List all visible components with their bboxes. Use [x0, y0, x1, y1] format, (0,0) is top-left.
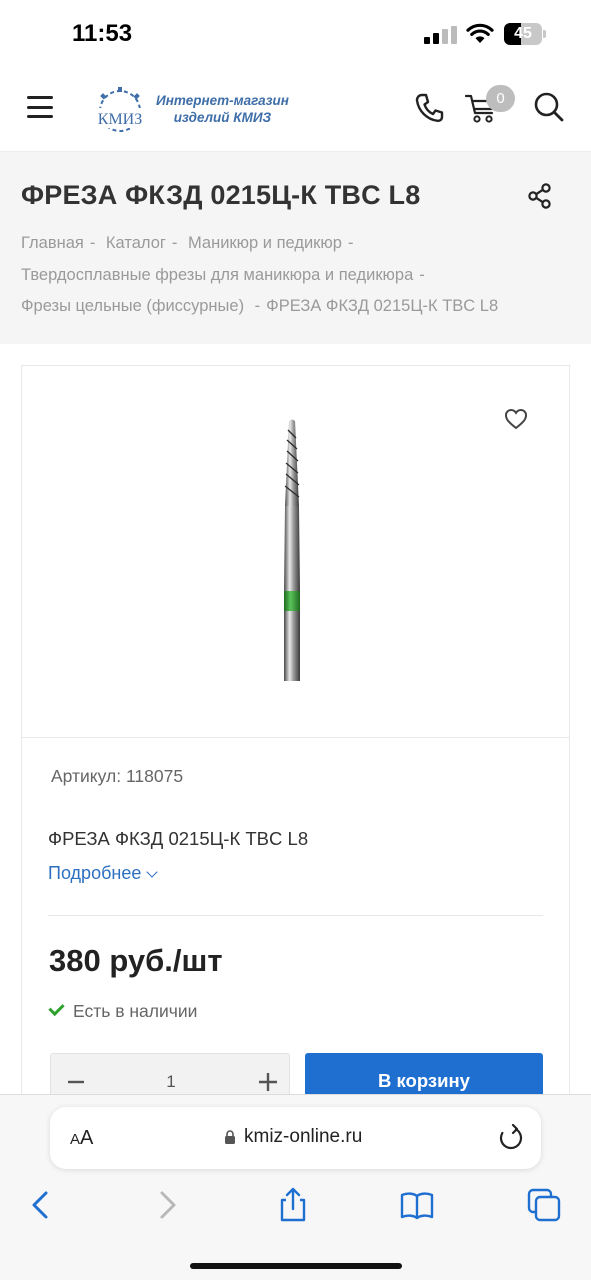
- sku-label: Артикул:: [51, 766, 122, 786]
- search-icon[interactable]: [533, 91, 565, 123]
- stock-label: Есть в наличии: [73, 1001, 198, 1021]
- chevron-down-icon: [146, 866, 159, 878]
- product-name: ФРЕЗА ФКЗД 0215Ц-К TBC L8: [48, 828, 309, 849]
- share-sheet-icon[interactable]: [275, 1187, 311, 1223]
- back-icon[interactable]: [22, 1187, 58, 1223]
- logo[interactable]: КМИЗ Интернет-магазин изделий КМИЗ: [92, 84, 292, 136]
- product-image-area[interactable]: [22, 366, 569, 738]
- logo-mark-text: КМИЗ: [98, 111, 142, 128]
- home-indicator: [190, 1263, 402, 1269]
- logo-mark-icon: КМИЗ: [96, 87, 144, 132]
- stock-status: Есть в наличии: [48, 999, 198, 1022]
- tabs-icon[interactable]: [526, 1187, 562, 1223]
- page-title: ФРЕЗА ФКЗД 0215Ц-К TBC L8: [21, 180, 421, 210]
- battery-percent: 45: [514, 25, 532, 42]
- lock-icon: [225, 1130, 235, 1144]
- logo-line-1: Интернет-магазин: [156, 93, 289, 108]
- address-bar[interactable]: AA kmiz-online.ru: [50, 1107, 541, 1169]
- cellular-signal-icon: [424, 26, 458, 44]
- breadcrumb: Главная - Каталог - Маникюр и педикюр - Тве…: [21, 234, 499, 315]
- text-size-button[interactable]: AA: [70, 1127, 93, 1150]
- phone-icon[interactable]: [414, 92, 444, 124]
- status-time: 11:53: [72, 20, 133, 47]
- divider: [48, 915, 543, 916]
- menu-icon[interactable]: [27, 96, 53, 118]
- details-link-label: Подробнее: [48, 863, 142, 883]
- reload-icon[interactable]: [498, 1124, 524, 1152]
- site-header: КМИЗ Интернет-магазин изделий КМИЗ 0: [0, 70, 591, 152]
- status-bar: 11:53 45: [0, 0, 591, 70]
- product-card: Артикул: 118075 ФРЕЗА ФКЗД 0215Ц-К TBC L…: [21, 365, 570, 1125]
- breadcrumb-current: ФРЕЗА ФКЗД 0215Ц-К TBC L8: [266, 297, 499, 315]
- breadcrumb-home[interactable]: Главная: [21, 234, 84, 252]
- share-icon[interactable]: [526, 182, 554, 210]
- breadcrumb-carbide-burs[interactable]: Твердосплавные фрезы для маникюра и педи…: [21, 266, 413, 284]
- wifi-icon: [466, 23, 494, 43]
- heart-icon[interactable]: [504, 408, 528, 430]
- sku: Артикул: 118075: [51, 766, 183, 787]
- browser-toolbar: AA kmiz-online.ru: [0, 1094, 591, 1280]
- logo-line-2: изделий КМИЗ: [173, 110, 272, 125]
- details-link[interactable]: Подробнее: [48, 863, 159, 884]
- breadcrumb-solid-burs[interactable]: Фрезы цельные (фиссурные): [21, 297, 244, 315]
- logo-text: Интернет-магазин изделий КМИЗ: [156, 92, 289, 126]
- title-band: ФРЕЗА ФКЗД 0215Ц-К TBC L8 Главная - Катал…: [0, 152, 591, 344]
- breadcrumb-manicure[interactable]: Маникюр и педикюр: [188, 234, 342, 252]
- url-text: kmiz-online.ru: [244, 1126, 363, 1147]
- price: 380 руб./шт: [49, 943, 223, 978]
- product-image: [284, 419, 300, 681]
- bookmarks-icon[interactable]: [399, 1187, 435, 1223]
- forward-icon[interactable]: [150, 1187, 186, 1223]
- check-icon: [48, 999, 65, 1017]
- battery-icon: 45: [504, 23, 546, 45]
- breadcrumb-catalog[interactable]: Каталог: [106, 234, 166, 252]
- sku-value: 118075: [125, 766, 184, 786]
- cart-count-badge: 0: [486, 85, 515, 112]
